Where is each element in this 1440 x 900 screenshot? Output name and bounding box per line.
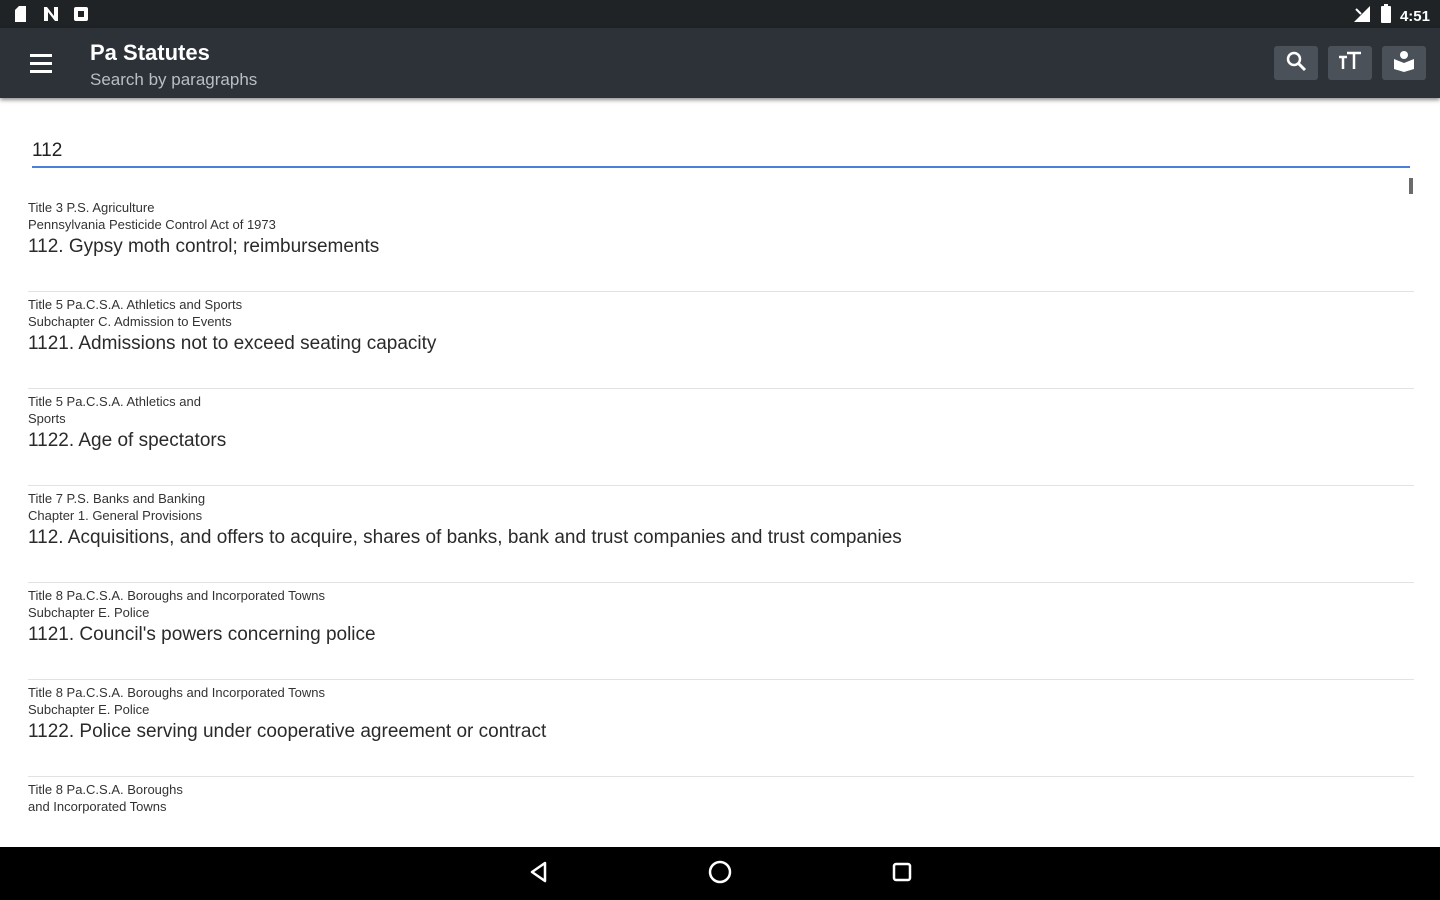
search-button[interactable] — [1274, 46, 1318, 80]
status-system: 4:51 — [1352, 4, 1430, 28]
hamburger-icon — [30, 53, 52, 57]
result-act-name: Subchapter E. Police — [28, 702, 150, 717]
recents-icon — [891, 861, 913, 888]
result-section-title: 112. Gypsy moth control; reimbursements — [28, 236, 380, 257]
photo-icon — [72, 5, 90, 23]
scrollbar[interactable] — [1409, 178, 1413, 194]
result-title-code: Title 8 Pa.C.S.A. Boroughs — [28, 782, 183, 797]
result-title-code: Title 5 Pa.C.S.A. Athletics and — [28, 394, 201, 409]
navigation-bar — [0, 847, 1440, 900]
result-act-name: Pennsylvania Pesticide Control Act of 19… — [28, 217, 276, 232]
result-section-title: 1121. Admissions not to exceed seating c… — [28, 333, 437, 354]
result-title-code: Title 8 Pa.C.S.A. Boroughs and Incorpora… — [28, 685, 326, 700]
n-notification-icon — [42, 5, 60, 23]
back-button[interactable] — [519, 859, 559, 889]
list-item[interactable]: Title 8 Pa.C.S.A. Boroughs and Incorpora… — [28, 584, 1414, 680]
home-icon — [707, 859, 733, 890]
status-notifications — [12, 5, 90, 23]
result-title-code: Title 5 Pa.C.S.A. Athletics and Sports — [28, 297, 243, 312]
result-act-name: and Incorporated Towns — [28, 799, 167, 814]
result-act-name: Subchapter C. Admission to Events — [28, 314, 232, 329]
recents-button[interactable] — [882, 859, 922, 889]
list-item[interactable]: Title 5 Pa.C.S.A. Athletics and Sports S… — [28, 293, 1414, 389]
battery-icon — [1380, 4, 1392, 28]
list-item[interactable]: Title 3 P.S. Agriculture Pennsylvania Pe… — [28, 196, 1414, 292]
list-item[interactable]: Title 7 P.S. Banks and Banking Chapter 1… — [28, 487, 1414, 583]
list-item[interactable]: Title 8 Pa.C.S.A. Boroughs and Incorpora… — [28, 681, 1414, 777]
search-field-container — [32, 132, 1410, 170]
status-bar: 4:51 — [0, 0, 1440, 28]
back-icon — [528, 861, 550, 888]
status-time: 4:51 — [1399, 7, 1430, 25]
list-item[interactable]: Title 5 Pa.C.S.A. Athletics and Sports 1… — [28, 390, 1414, 486]
app-title: Pa Statutes — [90, 40, 210, 65]
result-section-title: 1122. Age of spectators — [28, 430, 227, 451]
result-section-title: 112. Acquisitions, and offers to acquire… — [28, 527, 902, 548]
app-subtitle: Search by paragraphs — [90, 70, 258, 89]
text-size-icon — [1338, 50, 1362, 77]
result-title-code: Title 3 P.S. Agriculture — [28, 200, 155, 215]
result-section-title: 1121. Council's powers concerning police — [28, 624, 376, 645]
results-list: Title 3 P.S. Agriculture Pennsylvania Pe… — [28, 196, 1414, 875]
home-button[interactable] — [700, 859, 740, 889]
search-input[interactable] — [32, 132, 1410, 168]
app-bar: Pa Statutes Search by paragraphs — [0, 28, 1440, 98]
result-act-name: Subchapter E. Police — [28, 605, 150, 620]
result-section-title: 1122. Police serving under cooperative a… — [28, 721, 547, 742]
text-size-button[interactable] — [1328, 46, 1372, 80]
search-icon — [1285, 50, 1307, 77]
library-icon — [1392, 49, 1416, 78]
signal-icon — [1352, 5, 1372, 27]
library-button[interactable] — [1382, 46, 1426, 80]
result-title-code: Title 7 P.S. Banks and Banking — [28, 491, 206, 506]
result-title-code: Title 8 Pa.C.S.A. Boroughs and Incorpora… — [28, 588, 326, 603]
result-act-name: Chapter 1. General Provisions — [28, 508, 203, 523]
file-icon — [12, 5, 30, 23]
menu-button[interactable] — [22, 46, 58, 80]
result-act-name: Sports — [28, 411, 66, 426]
